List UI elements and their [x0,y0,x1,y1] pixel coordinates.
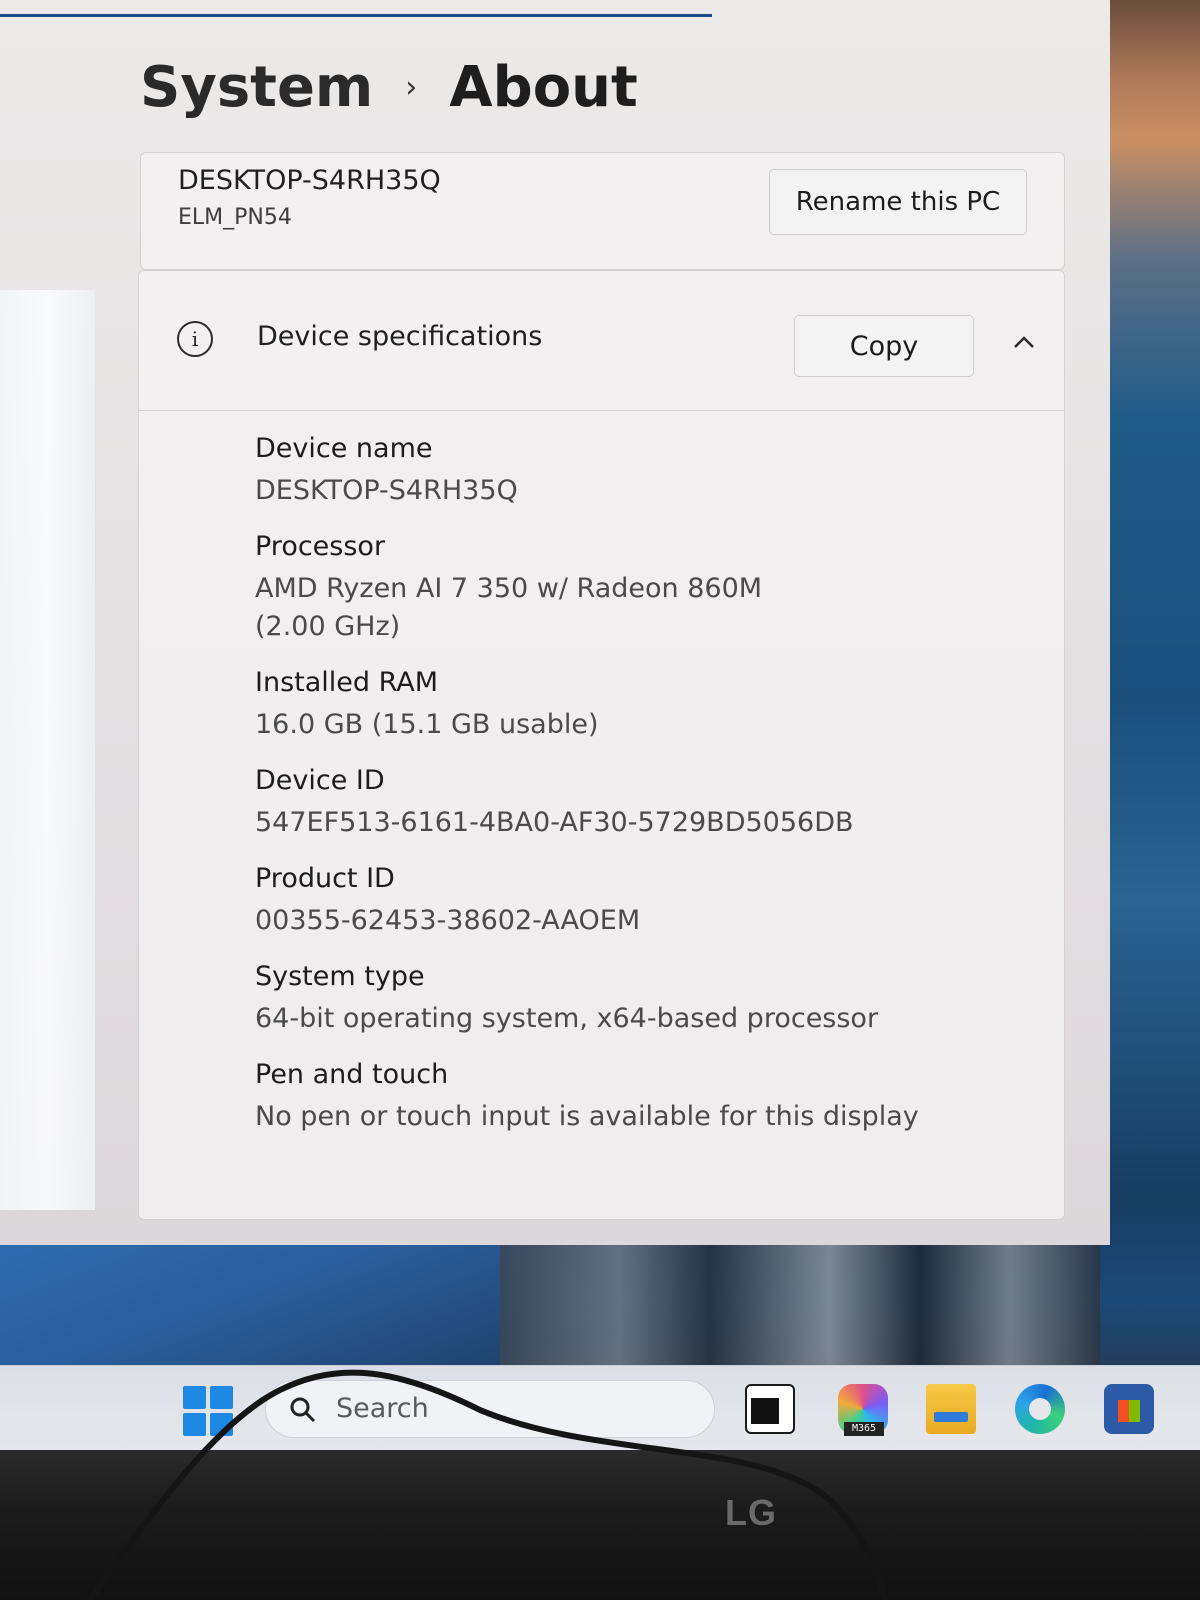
spec-label-product-id: Product ID [255,863,395,894]
device-specifications-card: i Device specifications Copy Device name… [138,270,1065,1220]
spec-value-device-name: DESKTOP-S4RH35Q [255,475,518,506]
spec-value-system-type: 64-bit operating system, x64-based proce… [255,1003,879,1034]
breadcrumb-system[interactable]: System [140,55,373,120]
spec-label-pen-and-touch: Pen and touch [255,1059,449,1090]
spec-value-product-id: 00355-62453-38602-AAOEM [255,905,641,936]
file-explorer-icon[interactable] [926,1384,976,1434]
screen-glare [0,290,95,1210]
task-view-icon[interactable] [745,1384,795,1434]
pc-name-card: DESKTOP-S4RH35Q ELM_PN54 Rename this PC [140,152,1065,270]
search-placeholder: Search [336,1393,429,1424]
settings-window: System › About DESKTOP-S4RH35Q ELM_PN54 … [0,0,1110,1245]
chevron-up-icon[interactable] [1009,327,1039,357]
spec-value-installed-ram: 16.0 GB (15.1 GB usable) [255,709,599,740]
spec-value-processor: AMD Ryzen AI 7 350 w/ Radeon 860M (2.00 … [255,573,908,642]
chevron-right-icon: › [405,70,418,105]
pc-model: ELM_PN54 [178,205,292,230]
taskbar: Search M365 [0,1365,1200,1450]
title-accent-bar [0,14,712,17]
page-title: About [449,55,638,120]
spec-label-system-type: System type [255,961,425,992]
search-icon [290,1397,316,1423]
breadcrumb: System › About [140,55,638,120]
m365-badge: M365 [844,1422,884,1436]
spec-label-device-id: Device ID [255,765,385,796]
spec-value-pen-and-touch: No pen or touch input is available for t… [255,1101,919,1132]
spec-label-processor: Processor [255,531,386,562]
edge-icon[interactable] [1015,1384,1065,1434]
monitor-brand-logo: LG [725,1492,777,1533]
device-specifications-header[interactable]: i Device specifications Copy [139,271,1064,411]
wallpaper-rocks [500,1245,1100,1365]
spec-value-device-id: 547EF513-6161-4BA0-AF30-5729BD5056DB [255,807,854,838]
wallpaper-water [0,1235,520,1365]
store-icon[interactable] [1104,1384,1154,1434]
pc-name: DESKTOP-S4RH35Q [178,165,441,196]
windows-start-icon[interactable] [183,1386,233,1436]
device-specifications-title: Device specifications [257,321,543,352]
info-icon: i [177,321,213,357]
copy-button[interactable]: Copy [794,315,974,377]
rename-pc-button[interactable]: Rename this PC [769,169,1027,235]
monitor-bezel [0,1450,1200,1600]
spec-label-device-name: Device name [255,433,433,464]
taskbar-search-box[interactable]: Search [265,1380,715,1438]
spec-label-installed-ram: Installed RAM [255,667,439,698]
spec-list: Device name DESKTOP-S4RH35Q Processor AM… [255,426,1035,1150]
